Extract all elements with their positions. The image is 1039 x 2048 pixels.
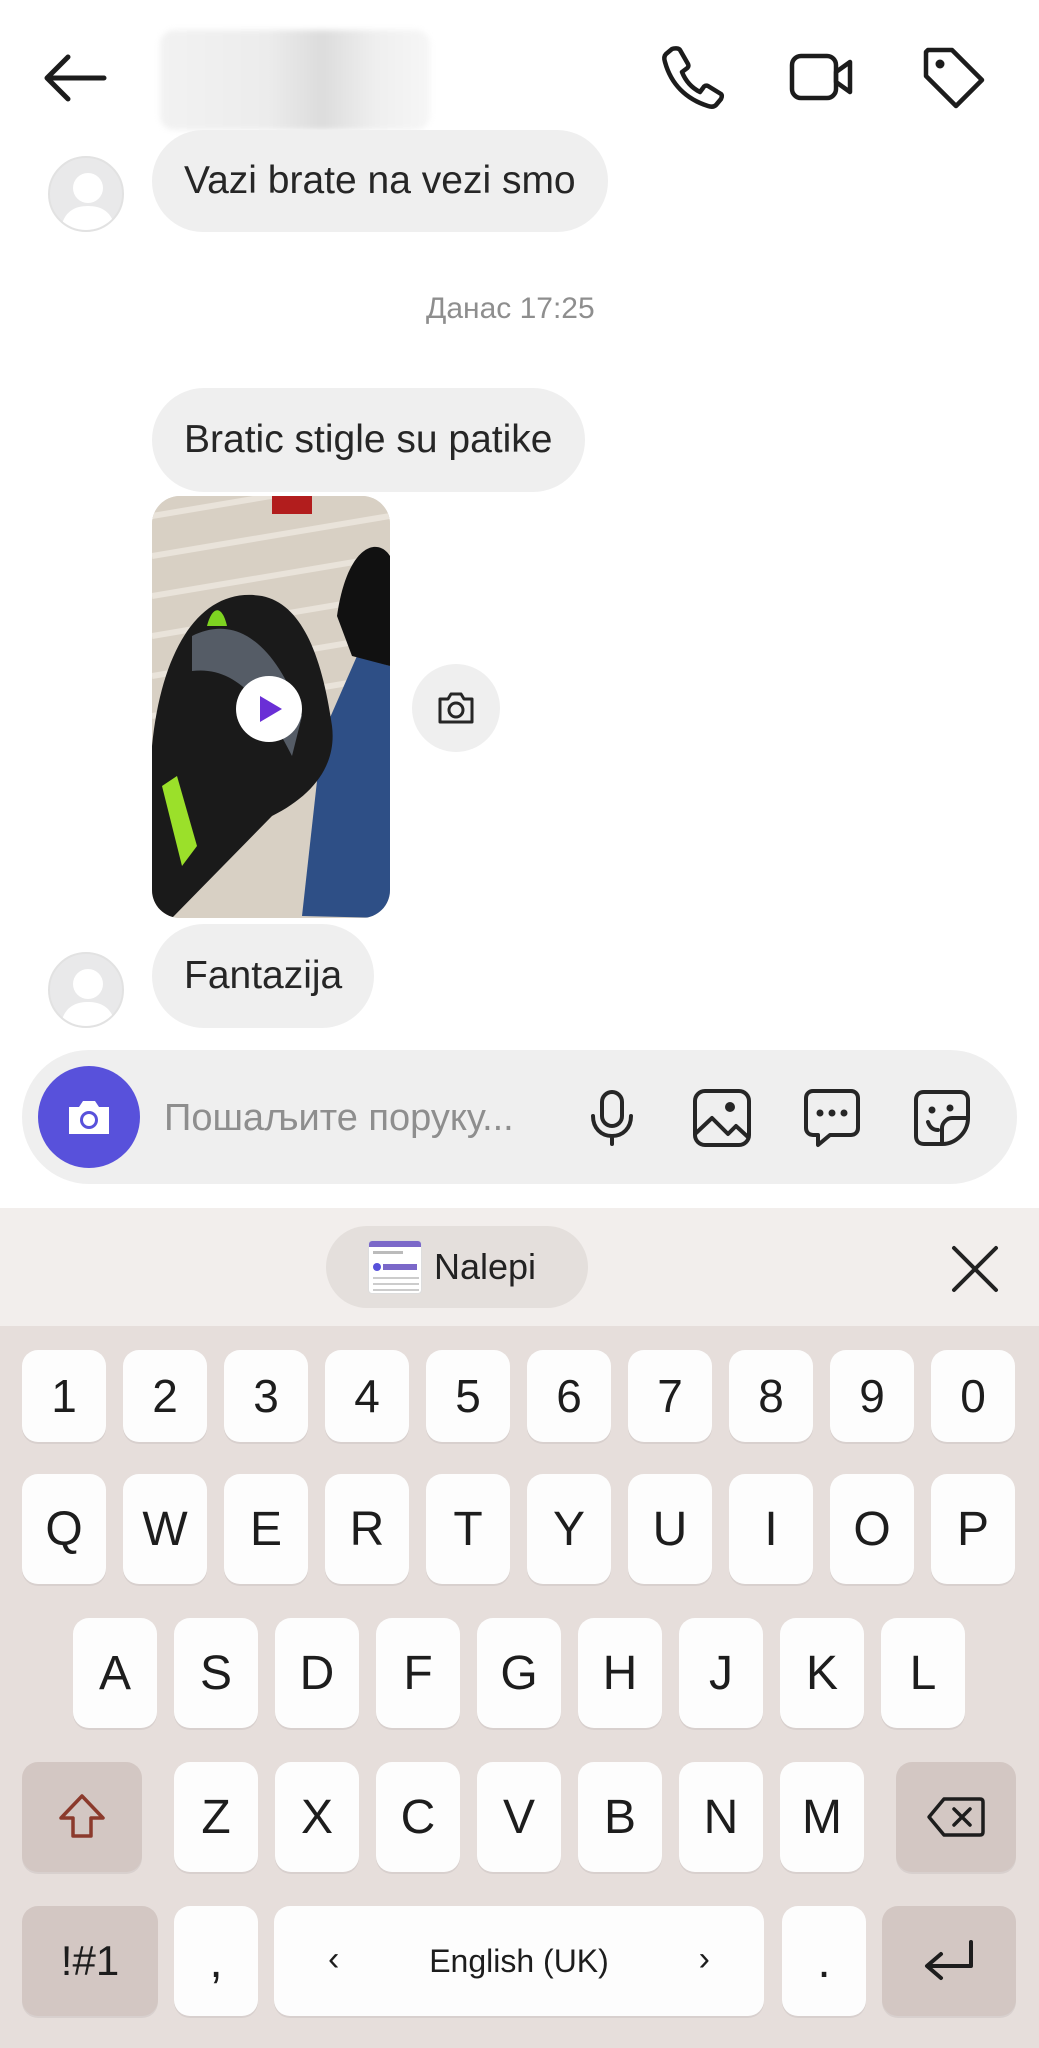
key-q[interactable]: Q	[22, 1474, 106, 1584]
arrow-left-icon	[44, 54, 107, 102]
keyboard-suggestion-bar: Nalepi	[0, 1208, 1039, 1326]
key-p[interactable]: P	[931, 1474, 1015, 1584]
key-h[interactable]: H	[578, 1618, 662, 1728]
tag-button[interactable]	[918, 42, 988, 112]
key-9[interactable]: 9	[830, 1350, 914, 1442]
gallery-button[interactable]	[690, 1086, 754, 1150]
key-5[interactable]: 5	[426, 1350, 510, 1442]
audio-call-button[interactable]	[658, 42, 728, 112]
message-options-button[interactable]	[800, 1086, 864, 1150]
key-y[interactable]: Y	[527, 1474, 611, 1584]
video-message-thumbnail[interactable]	[152, 496, 390, 918]
paste-label: Nalepi	[434, 1246, 537, 1287]
message-bubble[interactable]: Bratic stigle su patike	[152, 388, 585, 492]
camera-button[interactable]	[38, 1066, 140, 1168]
key-b[interactable]: B	[578, 1762, 662, 1872]
keyboard: !#1 , ‹ English (UK) › . 1234567890 QWERT…	[0, 1326, 1039, 2048]
key-a[interactable]: A	[73, 1618, 157, 1728]
key-o[interactable]: O	[830, 1474, 914, 1584]
key-s[interactable]: S	[174, 1618, 258, 1728]
key-d[interactable]: D	[275, 1618, 359, 1728]
key-f[interactable]: F	[376, 1618, 460, 1728]
key-i[interactable]: I	[729, 1474, 813, 1584]
image-icon	[693, 1089, 751, 1147]
shift-arrow-icon	[59, 1794, 105, 1838]
person-icon	[60, 173, 116, 230]
space-label: English (UK)	[429, 1942, 609, 1979]
microphone-icon	[591, 1090, 633, 1146]
key-0[interactable]: 0	[931, 1350, 1015, 1442]
sticker-icon	[914, 1090, 970, 1146]
symbols-key[interactable]: !#1	[22, 1906, 158, 2016]
paste-clipboard-chip[interactable]: Nalepi	[326, 1226, 588, 1308]
close-icon	[952, 1246, 998, 1292]
message-bubble[interactable]: Fantazija	[152, 924, 375, 1028]
key-4[interactable]: 4	[325, 1350, 409, 1442]
close-suggestion-button[interactable]	[944, 1238, 1006, 1300]
key-z[interactable]: Z	[174, 1762, 258, 1872]
sticker-button[interactable]	[910, 1086, 974, 1150]
play-button[interactable]	[236, 676, 302, 742]
avatar[interactable]	[48, 952, 124, 1028]
camera-icon	[69, 1101, 109, 1134]
chat-header	[0, 0, 1039, 150]
key-c[interactable]: C	[376, 1762, 460, 1872]
backspace-icon	[927, 1797, 985, 1837]
comma-key[interactable]: ,	[174, 1906, 258, 2016]
tag-icon	[923, 47, 985, 109]
play-icon	[260, 696, 282, 722]
key-u[interactable]: U	[628, 1474, 712, 1584]
key-3[interactable]: 3	[224, 1350, 308, 1442]
key-g[interactable]: G	[477, 1618, 561, 1728]
enter-icon	[925, 1940, 973, 1980]
camera-reply-button[interactable]	[412, 664, 500, 752]
chat-bubble-icon	[804, 1089, 860, 1147]
message-text: Bratic stigle su patike	[184, 418, 553, 461]
person-icon	[60, 969, 116, 1026]
camera-icon	[438, 692, 474, 724]
clipboard-thumbnail	[368, 1240, 422, 1294]
key-m[interactable]: M	[780, 1762, 864, 1872]
key-6[interactable]: 6	[527, 1350, 611, 1442]
backspace-key[interactable]	[896, 1762, 1016, 1872]
language-right-arrow: ›	[698, 1940, 710, 1978]
back-button[interactable]	[40, 48, 110, 108]
message-text: Fantazija	[184, 954, 343, 997]
key-1[interactable]: 1	[22, 1350, 106, 1442]
key-t[interactable]: T	[426, 1474, 510, 1584]
key-e[interactable]: E	[224, 1474, 308, 1584]
contact-name[interactable]	[160, 30, 430, 130]
key-2[interactable]: 2	[123, 1350, 207, 1442]
message-text: Vazi brate na vezi smo	[184, 159, 576, 202]
voice-message-button[interactable]	[580, 1086, 644, 1150]
key-v[interactable]: V	[477, 1762, 561, 1872]
key-7[interactable]: 7	[628, 1350, 712, 1442]
shift-key[interactable]	[22, 1762, 142, 1872]
key-w[interactable]: W	[123, 1474, 207, 1584]
key-8[interactable]: 8	[729, 1350, 813, 1442]
key-n[interactable]: N	[679, 1762, 763, 1872]
language-left-arrow: ‹	[328, 1940, 340, 1978]
key-j[interactable]: J	[679, 1618, 763, 1728]
message-composer	[22, 1050, 1017, 1184]
avatar[interactable]	[48, 156, 124, 232]
screenshot-preview-icon	[369, 1241, 421, 1291]
key-x[interactable]: X	[275, 1762, 359, 1872]
timestamp-text: Данас 17:25	[426, 292, 595, 325]
key-l[interactable]: L	[881, 1618, 965, 1728]
message-bubble[interactable]: Vazi brate na vezi smo	[152, 130, 608, 232]
message-input[interactable]	[164, 1090, 584, 1146]
video-camera-icon	[789, 53, 853, 101]
key-k[interactable]: K	[780, 1618, 864, 1728]
enter-key[interactable]	[882, 1906, 1016, 2016]
period-key[interactable]: .	[782, 1906, 866, 2016]
key-r[interactable]: R	[325, 1474, 409, 1584]
video-call-button[interactable]	[786, 42, 856, 112]
space-key[interactable]: ‹ English (UK) ›	[274, 1906, 764, 2016]
phone-icon	[662, 46, 724, 109]
